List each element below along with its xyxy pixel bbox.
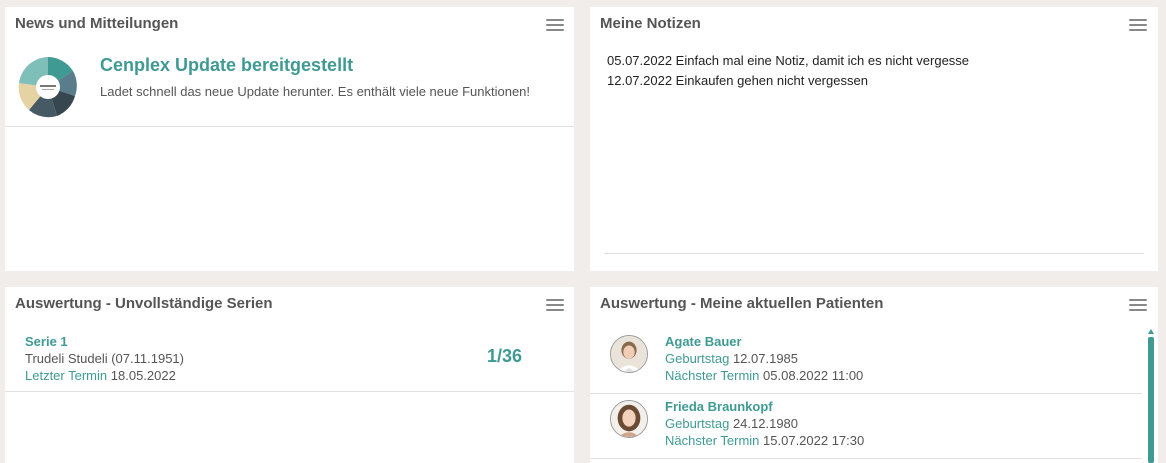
birthday-value: 12.07.1985 bbox=[732, 351, 799, 366]
series-item[interactable]: Serie 1 Trudeli Studeli (07.11.1951) Let… bbox=[5, 329, 574, 392]
series-patient: Trudeli Studeli (07.11.1951) bbox=[25, 351, 184, 366]
series-last-label: Letzter Termin bbox=[25, 368, 108, 383]
news-text: Ladet schnell das neue Update herunter. … bbox=[100, 84, 531, 99]
patient-next-appointment: Nächster Termin 05.08.2022 11:00 bbox=[665, 368, 863, 383]
patient-birthday: Geburtstag 24.12.1980 bbox=[665, 416, 798, 431]
hamburger-menu-icon[interactable] bbox=[1127, 296, 1149, 314]
notes-card-title: Meine Notizen bbox=[600, 15, 701, 32]
patients-card-title: Auswertung - Meine aktuellen Patienten bbox=[600, 295, 884, 312]
series-name: Serie 1 bbox=[25, 334, 68, 349]
next-appointment-value: 15.07.2022 17:30 bbox=[763, 433, 865, 448]
patient-row[interactable]: Frieda Braunkopf Geburtstag 24.12.1980 N… bbox=[590, 394, 1142, 459]
next-appointment-value: 05.08.2022 11:00 bbox=[763, 368, 864, 383]
hamburger-menu-icon[interactable] bbox=[544, 16, 566, 34]
birthday-value: 24.12.1980 bbox=[732, 416, 799, 431]
avatar bbox=[610, 335, 648, 373]
patient-name: Agate Bauer bbox=[665, 334, 742, 349]
patient-name: Frieda Braunkopf bbox=[665, 399, 773, 414]
patients-scrollbar[interactable] bbox=[1148, 329, 1154, 463]
birthday-label: Geburtstag bbox=[665, 416, 730, 431]
note-line[interactable]: 12.07.2022 Einkaufen gehen nicht vergess… bbox=[607, 73, 868, 88]
next-appointment-label: Nächster Termin bbox=[665, 433, 760, 448]
news-item[interactable]: Cenplex Update bereitgestellt Ladet schn… bbox=[5, 53, 574, 127]
birthday-label: Geburtstag bbox=[665, 351, 730, 366]
avatar bbox=[610, 400, 648, 438]
patient-next-appointment: Nächster Termin 15.07.2022 17:30 bbox=[665, 433, 864, 448]
series-card-title: Auswertung - Unvollständige Serien bbox=[15, 295, 273, 312]
patient-row[interactable]: Agate Bauer Geburtstag 12.07.1985 Nächst… bbox=[590, 329, 1142, 394]
series-last-appointment: Letzter Termin 18.05.2022 bbox=[25, 368, 176, 383]
hamburger-menu-icon[interactable] bbox=[1127, 16, 1149, 34]
news-headline[interactable]: Cenplex Update bereitgestellt bbox=[100, 55, 353, 76]
scroll-thumb[interactable] bbox=[1148, 337, 1154, 463]
hamburger-menu-icon[interactable] bbox=[544, 296, 566, 314]
news-card-title: News und Mitteilungen bbox=[15, 15, 179, 32]
notes-divider bbox=[604, 253, 1144, 254]
series-count: 1/36 bbox=[487, 346, 523, 366]
patient-birthday: Geburtstag 12.07.1985 bbox=[665, 351, 798, 366]
scroll-up-icon[interactable] bbox=[1148, 329, 1154, 334]
series-card: Auswertung - Unvollständige Serien Serie… bbox=[5, 287, 574, 463]
news-card: News und Mitteilungen Cenplex Update ber… bbox=[5, 7, 574, 271]
series-last-value: 18.05.2022 bbox=[110, 368, 176, 383]
cenplex-logo-icon bbox=[18, 57, 78, 118]
notes-card: Meine Notizen 05.07.2022 Einfach mal ein… bbox=[590, 7, 1158, 271]
patients-card: Auswertung - Meine aktuellen Patienten A… bbox=[590, 287, 1158, 463]
next-appointment-label: Nächster Termin bbox=[665, 368, 760, 383]
note-line[interactable]: 05.07.2022 Einfach mal eine Notiz, damit… bbox=[607, 53, 969, 68]
